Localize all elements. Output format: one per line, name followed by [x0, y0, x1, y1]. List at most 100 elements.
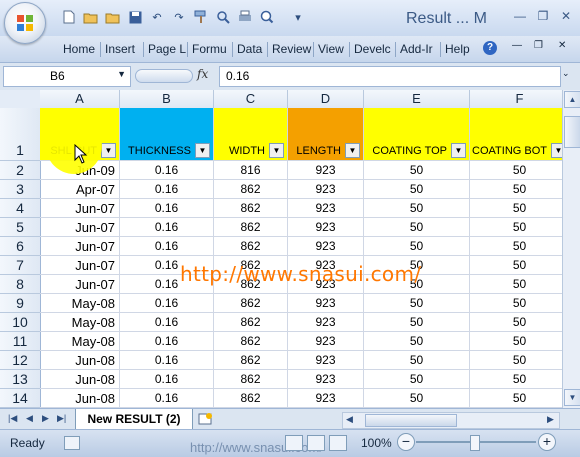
row-header[interactable]: 10 — [0, 313, 41, 332]
table-cell[interactable]: 0.16 — [120, 332, 214, 351]
table-cell[interactable]: 862 — [214, 294, 288, 313]
tab-insert[interactable]: Insert — [105, 42, 135, 56]
ribbon-minimize-icon[interactable]: — — [512, 40, 522, 51]
table-cell[interactable]: Jun-08 — [40, 389, 120, 408]
table-cell[interactable]: 923 — [288, 218, 364, 237]
table-cell[interactable]: 50 — [364, 294, 470, 313]
prev-sheet-icon[interactable]: ◀ — [26, 413, 33, 424]
table-cell[interactable]: 923 — [288, 199, 364, 218]
header-cell[interactable]: LENGTH ▼ — [288, 108, 364, 161]
folder-icon[interactable] — [105, 9, 121, 25]
table-cell[interactable]: Jun-07 — [40, 256, 120, 275]
ribbon-close-icon[interactable]: ✕ — [558, 40, 566, 51]
ribbon-restore-icon[interactable]: ❐ — [534, 40, 543, 51]
restore-button[interactable]: ❐ — [533, 8, 553, 24]
table-cell[interactable]: 862 — [214, 351, 288, 370]
column-header-d[interactable]: D — [288, 90, 364, 109]
row-header[interactable]: 14 — [0, 389, 41, 408]
insert-function-icon[interactable]: fx — [197, 67, 208, 81]
column-header-a[interactable]: A — [40, 90, 120, 109]
scroll-left-icon[interactable]: ◀ — [346, 414, 353, 425]
table-cell[interactable]: 923 — [288, 313, 364, 332]
filter-dropdown-icon[interactable]: ▼ — [195, 143, 210, 158]
table-cell[interactable]: 50 — [470, 389, 562, 408]
first-sheet-icon[interactable]: |◀ — [8, 413, 17, 424]
chevron-down-icon[interactable]: ▼ — [117, 69, 126, 79]
table-cell[interactable]: 0.16 — [120, 370, 214, 389]
tab-help[interactable]: Help — [445, 42, 470, 56]
undo-icon[interactable]: ↶ — [149, 9, 165, 25]
table-cell[interactable]: 50 — [470, 351, 562, 370]
table-cell[interactable]: 862 — [214, 218, 288, 237]
tab-review[interactable]: Review — [272, 42, 311, 56]
table-cell[interactable]: 0.16 — [120, 180, 214, 199]
tab-add-ins[interactable]: Add-Ir — [400, 42, 433, 56]
row-header[interactable]: 13 — [0, 370, 41, 389]
last-sheet-icon[interactable]: ▶| — [57, 413, 66, 424]
vertical-scroll-thumb[interactable] — [564, 116, 580, 148]
select-all-corner[interactable] — [0, 90, 41, 109]
new-icon[interactable] — [61, 9, 77, 25]
row-header[interactable]: 7 — [0, 256, 41, 275]
close-button[interactable]: ✕ — [556, 8, 576, 24]
header-cell[interactable]: COATING BOT ▼ — [470, 108, 562, 161]
sheet-tab-active[interactable]: New RESULT (2) — [75, 409, 193, 430]
table-cell[interactable]: 50 — [364, 218, 470, 237]
expand-formula-icon[interactable]: ⌄ — [562, 68, 570, 79]
scroll-down-icon[interactable]: ▼ — [564, 389, 580, 406]
table-cell[interactable]: 923 — [288, 389, 364, 408]
filter-dropdown-icon[interactable]: ▼ — [551, 143, 562, 158]
row-header[interactable]: 8 — [0, 275, 41, 294]
zoom-level[interactable]: 100% — [361, 436, 392, 450]
table-cell[interactable]: 0.16 — [120, 218, 214, 237]
tab-page-layout[interactable]: Page L — [148, 42, 186, 56]
table-cell[interactable]: May-08 — [40, 294, 120, 313]
table-cell[interactable]: 923 — [288, 180, 364, 199]
row-header[interactable]: 11 — [0, 332, 41, 351]
table-cell[interactable]: 50 — [364, 313, 470, 332]
vertical-scrollbar[interactable]: ▲ ▼ — [562, 90, 580, 408]
table-cell[interactable]: Jun-07 — [40, 199, 120, 218]
header-cell[interactable]: WIDTH ▼ — [214, 108, 288, 161]
tab-developer[interactable]: Develc — [354, 42, 391, 56]
tab-data[interactable]: Data — [237, 42, 262, 56]
zoom-slider-thumb[interactable] — [470, 435, 480, 451]
table-cell[interactable]: 923 — [288, 370, 364, 389]
name-box[interactable]: B6 ▼ — [3, 66, 131, 87]
office-button[interactable] — [4, 2, 46, 44]
row-header[interactable]: 5 — [0, 218, 41, 237]
table-cell[interactable]: Jun-08 — [40, 351, 120, 370]
table-cell[interactable]: 50 — [364, 332, 470, 351]
zoom-out-icon[interactable]: − — [397, 433, 415, 451]
table-cell[interactable]: 50 — [364, 351, 470, 370]
tab-formulas[interactable]: Formu — [192, 42, 227, 56]
table-cell[interactable]: 0.16 — [120, 161, 214, 180]
table-cell[interactable]: 50 — [364, 237, 470, 256]
formula-input[interactable]: 0.16 — [219, 66, 561, 87]
table-cell[interactable]: 50 — [470, 180, 562, 199]
table-cell[interactable]: 50 — [470, 256, 562, 275]
table-cell[interactable]: 50 — [470, 275, 562, 294]
table-cell[interactable]: 50 — [470, 313, 562, 332]
scroll-up-icon[interactable]: ▲ — [564, 91, 580, 108]
table-cell[interactable]: 0.16 — [120, 237, 214, 256]
table-cell[interactable]: Jun-07 — [40, 237, 120, 256]
table-cell[interactable]: 862 — [214, 237, 288, 256]
filter-dropdown-icon[interactable]: ▼ — [101, 143, 116, 158]
macro-record-icon[interactable] — [64, 436, 80, 450]
table-cell[interactable]: 0.16 — [120, 199, 214, 218]
column-header-e[interactable]: E — [364, 90, 470, 109]
insert-sheet-icon[interactable] — [196, 412, 214, 426]
row-header[interactable]: 2 — [0, 161, 41, 180]
page-layout-view-icon[interactable] — [307, 435, 325, 451]
table-cell[interactable]: 862 — [214, 199, 288, 218]
table-cell[interactable]: 0.16 — [120, 294, 214, 313]
table-cell[interactable]: 50 — [364, 161, 470, 180]
table-cell[interactable]: 862 — [214, 313, 288, 332]
column-header-f[interactable]: F — [470, 90, 562, 109]
table-cell[interactable]: 862 — [214, 389, 288, 408]
table-cell[interactable]: May-08 — [40, 313, 120, 332]
minimize-button[interactable]: — — [510, 8, 530, 24]
help-icon[interactable]: ? — [483, 41, 497, 55]
customize-arrow-icon[interactable]: ▾ — [290, 9, 306, 25]
